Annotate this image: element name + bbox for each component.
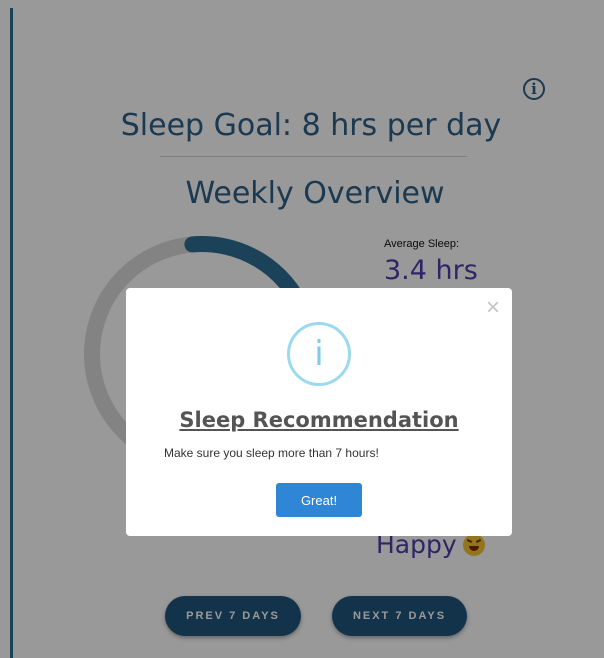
close-icon[interactable]: × xyxy=(486,296,500,320)
info-circle-icon: i xyxy=(287,322,351,386)
modal-title: Sleep Recommendation xyxy=(179,408,459,432)
sleep-overview-screen: i Sleep Goal: 8 hrs per day Weekly Overv… xyxy=(0,0,604,658)
great-button[interactable]: Great! xyxy=(276,483,362,517)
modal-message: Make sure you sleep more than 7 hours! xyxy=(164,446,379,460)
sleep-recommendation-modal: × i Sleep Recommendation Make sure you s… xyxy=(126,288,512,536)
